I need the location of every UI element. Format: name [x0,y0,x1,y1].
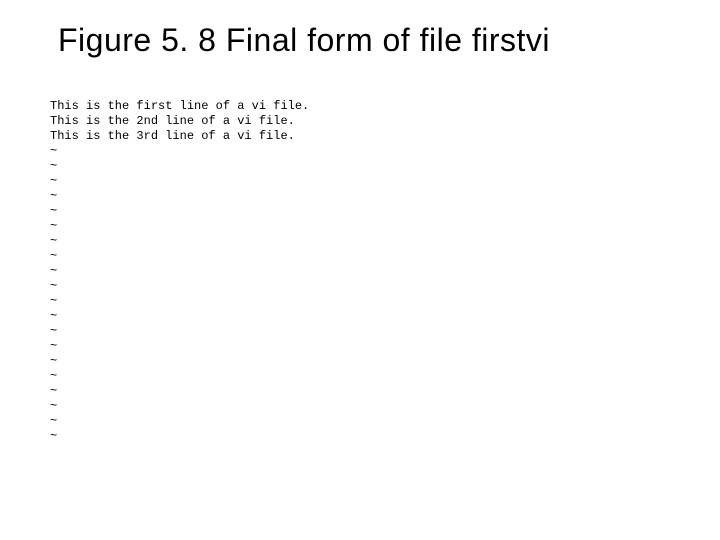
terminal-line: ~ [50,429,720,444]
terminal-line: ~ [50,414,720,429]
terminal-line: ~ [50,279,720,294]
terminal-line: ~ [50,159,720,174]
terminal-line: This is the first line of a vi file. [50,99,720,114]
terminal-line: ~ [50,294,720,309]
terminal-line: ~ [50,384,720,399]
terminal-line: This is the 3rd line of a vi file. [50,129,720,144]
terminal-line: ~ [50,399,720,414]
terminal-line: ~ [50,219,720,234]
terminal-line: ~ [50,309,720,324]
terminal-line: ~ [50,189,720,204]
terminal-line: ~ [50,354,720,369]
terminal-output: This is the first line of a vi file. Thi… [50,99,720,444]
terminal-line: ~ [50,204,720,219]
terminal-line: ~ [50,174,720,189]
terminal-line: ~ [50,144,720,159]
terminal-line: ~ [50,324,720,339]
terminal-line: ~ [50,249,720,264]
terminal-line: ~ [50,339,720,354]
terminal-line: ~ [50,234,720,249]
page-title: Figure 5. 8 Final form of file firstvi [0,0,720,59]
terminal-line: This is the 2nd line of a vi file. [50,114,720,129]
terminal-line: ~ [50,264,720,279]
terminal-line: ~ [50,369,720,384]
